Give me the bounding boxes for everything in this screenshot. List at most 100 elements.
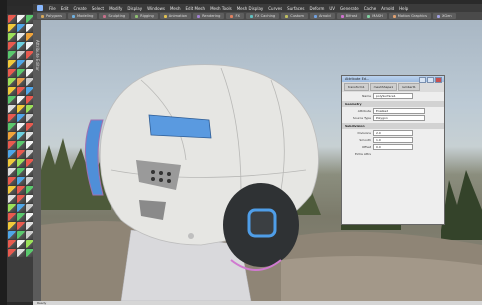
tool-icon[interactable] (8, 60, 16, 68)
name-field[interactable]: polySurface1 (373, 92, 413, 99)
tool-icon[interactable] (17, 33, 25, 41)
tool-icon[interactable] (17, 222, 25, 230)
shelf-tab-xgen[interactable]: XGen (432, 13, 456, 19)
tool-icon[interactable] (8, 96, 16, 104)
shelf-tab-polygons[interactable]: Polygons (37, 13, 66, 19)
tool-icon[interactable] (8, 231, 16, 239)
tool-icon[interactable] (8, 87, 16, 95)
menu-item-windows[interactable]: Windows (147, 6, 165, 11)
shelf-tab-rigging[interactable]: Rigging (131, 13, 158, 19)
tool-icon[interactable] (8, 123, 16, 131)
tool-icon[interactable] (8, 249, 16, 257)
menu-item-modify[interactable]: Modify (109, 6, 122, 11)
menu-item-create[interactable]: Create (73, 6, 86, 11)
menu-item-generate[interactable]: Generate (340, 6, 359, 11)
tool-icon[interactable] (8, 213, 16, 221)
tool-icon[interactable] (17, 105, 25, 113)
tool-icon[interactable] (17, 249, 25, 257)
tool-icon[interactable] (17, 240, 25, 248)
tool-icon[interactable] (8, 150, 16, 158)
tool-icon[interactable] (8, 168, 16, 176)
menu-item-mesh-tools[interactable]: Mesh Tools (210, 6, 232, 11)
menu-item-cache[interactable]: Cache (364, 6, 376, 11)
menu-item-file[interactable]: File (49, 6, 56, 11)
tool-icon[interactable] (17, 51, 25, 59)
tool-icon[interactable] (17, 24, 25, 32)
shelf-tab-rendering[interactable]: Rendering (193, 13, 225, 19)
menu-item-curves[interactable]: Curves (268, 6, 282, 11)
tool-icon[interactable] (8, 78, 16, 86)
tool-icon[interactable] (8, 195, 16, 203)
tool-icon[interactable] (17, 123, 25, 131)
menu-item-select[interactable]: Select (92, 6, 104, 11)
shelf-tab-mash[interactable]: MASH (363, 13, 387, 19)
tool-icon[interactable] (17, 186, 25, 194)
maximize-icon[interactable] (427, 77, 434, 83)
tool-icon[interactable] (17, 15, 25, 23)
tool-icon[interactable] (8, 24, 16, 32)
menu-item-surfaces[interactable]: Surfaces (287, 6, 304, 11)
tool-icon[interactable] (17, 159, 25, 167)
tool-icon[interactable] (17, 42, 25, 50)
window-tab-0[interactable]: transform1 (344, 83, 369, 91)
tool-icon[interactable] (17, 78, 25, 86)
tool-icon[interactable] (17, 150, 25, 158)
tool-icon[interactable] (17, 87, 25, 95)
menu-item-help[interactable]: Help (399, 6, 408, 11)
tool-icon[interactable] (8, 105, 16, 113)
tool-icon[interactable] (17, 96, 25, 104)
menu-item-mesh[interactable]: Mesh (170, 6, 181, 11)
close-icon[interactable] (435, 77, 442, 83)
shelf-tab-arnold[interactable]: Arnold (309, 13, 335, 19)
menu-item-arnold[interactable]: Arnold (381, 6, 394, 11)
tool-icon[interactable] (17, 195, 25, 203)
attr-row-1-field[interactable]: Enabled (373, 107, 425, 114)
window-tab-1[interactable]: meshShape1 (369, 83, 398, 91)
minimize-icon[interactable] (419, 77, 426, 83)
shelf-tab-sculpting[interactable]: Sculpting (99, 13, 130, 19)
tool-icon[interactable] (8, 240, 16, 248)
tool-icon[interactable] (8, 51, 16, 59)
tool-icon[interactable] (17, 204, 25, 212)
tool-icon[interactable] (8, 114, 16, 122)
tool-icon[interactable] (8, 204, 16, 212)
tool-icon[interactable] (8, 42, 16, 50)
menu-item-deform[interactable]: Deform (309, 6, 324, 11)
shelf-tab-fx[interactable]: FX (226, 13, 244, 19)
menu-item-edit-mesh[interactable]: Edit Mesh (186, 6, 206, 11)
window-titlebar[interactable]: Attribute Ed... (342, 76, 444, 83)
tool-icon[interactable] (8, 159, 16, 167)
attribute-editor-strip[interactable]: Attribute Editor (33, 20, 41, 302)
shelf-tab-modeling[interactable]: Modeling (68, 13, 98, 19)
shelf-tab-fx-caching[interactable]: FX Caching (245, 13, 280, 19)
tool-icon[interactable] (8, 15, 16, 23)
tool-icon[interactable] (17, 231, 25, 239)
menu-item-edit[interactable]: Edit (61, 6, 69, 11)
tool-icon[interactable] (8, 141, 16, 149)
shelf-tab-custom[interactable]: Custom (281, 13, 308, 19)
attr-row-2-field[interactable]: Polygon (373, 114, 425, 121)
tool-icon[interactable] (8, 177, 16, 185)
shelf-tab-bifrost[interactable]: Bifrost (336, 13, 362, 19)
tool-icon[interactable] (17, 213, 25, 221)
tool-icon[interactable] (8, 222, 16, 230)
menu-item-mesh-display[interactable]: Mesh Display (237, 6, 264, 11)
tool-icon[interactable] (8, 33, 16, 41)
tool-icon[interactable] (17, 141, 25, 149)
subdivision-row-field[interactable]: 0.0 (373, 143, 413, 150)
tool-icon[interactable] (17, 69, 25, 77)
window-tab-2[interactable]: lambert1 (398, 83, 420, 91)
tool-icon[interactable] (17, 114, 25, 122)
attribute-window[interactable]: Attribute Ed... transform1 meshShape1 lamb… (341, 75, 445, 225)
subdivision-row-field[interactable]: 1.0 (373, 136, 413, 143)
subdivision-row-field[interactable]: 2.0 (373, 129, 413, 136)
tool-icon[interactable] (17, 60, 25, 68)
tool-icon[interactable] (8, 69, 16, 77)
menu-item-display[interactable]: Display (127, 6, 142, 11)
shelf-tab-animation[interactable]: Animation (159, 13, 192, 19)
tool-icon[interactable] (17, 132, 25, 140)
tool-icon[interactable] (8, 132, 16, 140)
menu-item-uv[interactable]: UV (329, 6, 335, 11)
tool-icon[interactable] (17, 168, 25, 176)
tool-icon[interactable] (17, 177, 25, 185)
